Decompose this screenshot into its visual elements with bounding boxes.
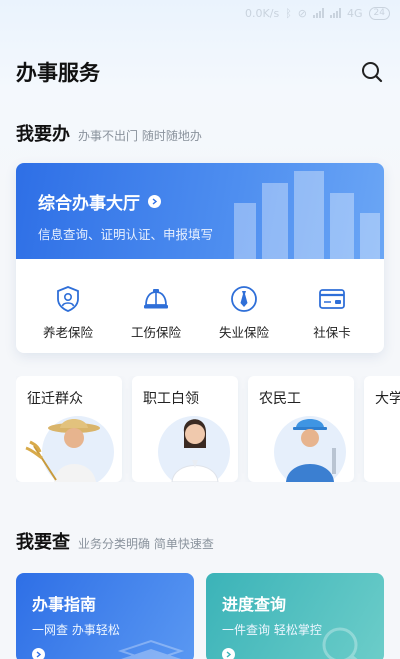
search-icon: [362, 62, 383, 83]
helmet-icon: [144, 289, 168, 309]
category-card-relocated[interactable]: 征迁群众: [16, 376, 122, 482]
section-subtitle: 办事不出门 随时随地办: [78, 129, 202, 143]
alarm-icon: ⊘: [297, 6, 308, 20]
office-worker-illustration: [158, 416, 230, 482]
card-icon: [319, 289, 345, 309]
section-title: 我要查: [16, 532, 70, 553]
service-label: 养老保险: [42, 325, 93, 340]
service-label: 社保卡: [313, 325, 351, 340]
section-query-header: 我要查 业务分类明确 简单快速查: [16, 528, 214, 554]
category-label: 农民工: [259, 391, 301, 407]
service-injury[interactable]: 工伤保险: [116, 285, 196, 341]
chevron-right-icon: [222, 648, 235, 659]
category-label: 职工白领: [143, 391, 199, 407]
bluetooth-icon: ᛒ: [285, 6, 292, 20]
category-card-white-collar[interactable]: 职工白领: [132, 376, 238, 482]
page-title: 办事服务: [16, 61, 100, 85]
tie-icon: [231, 286, 257, 312]
category-list: 征迁群众 职工白领 农民工 大学: [16, 376, 400, 482]
worker-illustration: [274, 416, 346, 482]
guide-card[interactable]: 办事指南 一网查 办事轻松: [16, 573, 194, 659]
network-type: 4G: [347, 6, 363, 20]
section-title: 我要办: [16, 124, 70, 145]
service-hall-card: 综合办事大厅 信息查询、证明认证、申报填写 养老保险 工伤保险 失业保险 社保卡: [16, 163, 384, 353]
service-label: 失业保险: [218, 325, 269, 340]
book-icon: [117, 639, 185, 659]
chevron-right-icon: [32, 648, 45, 659]
service-pension[interactable]: 养老保险: [28, 285, 108, 341]
progress-card[interactable]: 进度查询 一件查询 轻松掌控: [206, 573, 384, 659]
hall-banner[interactable]: 综合办事大厅 信息查询、证明认证、申报填写: [16, 163, 384, 259]
buildings-illustration: [234, 171, 380, 259]
page-header: 办事服务: [16, 56, 384, 88]
chevron-right-icon: [148, 195, 161, 208]
service-unemployment[interactable]: 失业保险: [204, 285, 284, 341]
signal-icon: [313, 8, 325, 18]
farmer-illustration: [25, 416, 114, 482]
network-speed: 0.0K/s: [245, 6, 280, 20]
service-list: 养老保险 工伤保险 失业保险 社保卡: [16, 259, 384, 341]
search-button[interactable]: [360, 60, 384, 84]
hall-title: 综合办事大厅: [38, 194, 140, 214]
service-social-card[interactable]: 社保卡: [292, 285, 372, 341]
section-subtitle: 业务分类明确 简单快速查: [78, 537, 214, 551]
category-label: 大学: [375, 391, 400, 407]
section-do-header: 我要办 办事不出门 随时随地办: [16, 120, 202, 146]
progress-card-title: 进度查询: [222, 595, 287, 614]
category-label: 征迁群众: [27, 391, 83, 407]
battery-indicator: 24: [368, 6, 390, 20]
pension-icon: [57, 286, 79, 312]
magnifier-icon: [322, 627, 358, 659]
service-label: 工伤保险: [130, 325, 181, 340]
category-card-student[interactable]: 大学: [364, 376, 400, 482]
category-card-migrant-worker[interactable]: 农民工: [248, 376, 354, 482]
status-bar: 0.0K/s ᛒ ⊘ 4G 24: [0, 0, 400, 26]
guide-card-title: 办事指南: [32, 595, 97, 614]
signal-icon-2: [330, 8, 342, 18]
